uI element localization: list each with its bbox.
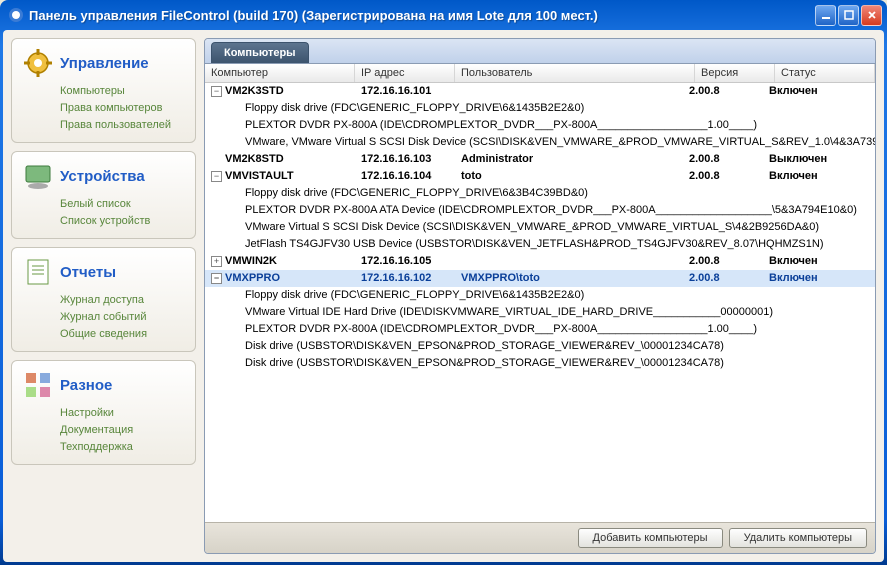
panel-title: Управление [60,55,149,72]
tab-bar: Компьютеры [205,39,875,64]
sidebar-link[interactable]: Белый список [22,196,185,213]
window-title: Панель управления FileControl (build 170… [29,8,815,23]
status: Включен [769,271,869,286]
column-headers: Компьютер IP адрес Пользователь Версия С… [205,64,875,83]
maximize-button[interactable] [838,5,859,26]
status: Включен [769,84,869,99]
panel-title: Разное [60,377,112,394]
sidebar-link[interactable]: Документация [22,422,185,439]
ip-address: 172.16.16.101 [361,84,461,99]
collapse-icon[interactable]: − [211,273,222,284]
computer-row[interactable]: −VM2K3STD 172.16.16.101 2.00.8Включен [205,83,875,100]
version: 2.00.8 [689,84,769,99]
sidebar-panel: Управление КомпьютерыПрава компьютеровПра… [11,38,196,143]
ip-address: 172.16.16.102 [361,271,461,286]
gear-icon [22,47,54,79]
col-computer[interactable]: Компьютер [205,64,355,82]
minimize-button[interactable] [815,5,836,26]
col-version[interactable]: Версия [695,64,775,82]
panel-title: Отчеты [60,264,116,281]
user-name: Administrator [461,152,689,167]
computer-row[interactable]: +VMWIN2K 172.16.16.105 2.00.8Включен [205,253,875,270]
sidebar-panel: Разное НастройкиДокументацияТехподдержка [11,360,196,465]
sidebar-link[interactable]: Настройки [22,405,185,422]
panel-head: Разное [22,369,185,401]
col-user[interactable]: Пользователь [455,64,695,82]
computer-name: VMWIN2K [225,254,277,269]
titlebar: Панель управления FileControl (build 170… [0,0,887,30]
device-row[interactable]: PLEXTOR DVDR PX-800A (IDE\CDROMPLEXTOR_D… [205,321,875,338]
user-name: toto [461,169,689,184]
version: 2.00.8 [689,254,769,269]
sidebar-panel: Устройства Белый списокСписок устройств [11,151,196,239]
app-window: Панель управления FileControl (build 170… [0,0,887,565]
app-icon [8,7,24,23]
tab-computers[interactable]: Компьютеры [211,42,309,63]
panel-head: Устройства [22,160,185,192]
sidebar-link[interactable]: Журнал доступа [22,292,185,309]
computer-name: VMXPPRO [225,271,280,286]
status: Включен [769,254,869,269]
device-row[interactable]: PLEXTOR DVDR PX-800A ATA Device (IDE\CDR… [205,202,875,219]
device-row[interactable]: Floppy disk drive (FDC\GENERIC_FLOPPY_DR… [205,100,875,117]
device-row[interactable]: Disk drive (USBSTOR\DISK&VEN_EPSON&PROD_… [205,338,875,355]
report-icon [22,256,54,288]
device-row[interactable]: PLEXTOR DVDR PX-800A (IDE\CDROMPLEXTOR_D… [205,117,875,134]
expand-icon[interactable]: + [211,256,222,267]
computer-row[interactable]: −VMVISTAULT 172.16.16.104toto2.00.8Включе… [205,168,875,185]
device-row[interactable]: Floppy disk drive (FDC\GENERIC_FLOPPY_DR… [205,185,875,202]
sidebar-link[interactable]: Техподдержка [22,439,185,456]
device-row[interactable]: VMware Virtual S SCSI Disk Device (SCSI\… [205,219,875,236]
panel-head: Отчеты [22,256,185,288]
sidebar-link[interactable]: Список устройств [22,213,185,230]
ip-address: 172.16.16.103 [361,152,461,167]
collapse-icon[interactable]: − [211,171,222,182]
version: 2.00.8 [689,271,769,286]
col-ip[interactable]: IP адрес [355,64,455,82]
device-icon [22,160,54,192]
delete-computers-button[interactable]: Удалить компьютеры [729,528,867,548]
misc-icon [22,369,54,401]
computer-name: VM2K3STD [225,84,284,99]
computer-row[interactable]: VM2K8STD 172.16.16.103Administrator2.00.8… [205,151,875,168]
sidebar-link[interactable]: Журнал событий [22,309,185,326]
computer-name: VMVISTAULT [225,169,294,184]
user-name: VMXPPRO\toto [461,271,689,286]
sidebar-panel: Отчеты Журнал доступаЖурнал событийОбщие … [11,247,196,352]
sidebar-link[interactable]: Права компьютеров [22,100,185,117]
close-button[interactable] [861,5,882,26]
version: 2.00.8 [689,152,769,167]
computer-list[interactable]: −VM2K3STD172.16.16.1012.00.8ВключенFlopp… [205,83,875,522]
main-panel: Компьютеры Компьютер IP адрес Пользовате… [204,38,876,554]
client-area: УправлениеКомпьютерыПрава компьютеровПра… [3,30,884,562]
sidebar-link[interactable]: Права пользователей [22,117,185,134]
ip-address: 172.16.16.105 [361,254,461,269]
computer-name: VM2K8STD [225,152,284,167]
add-computers-button[interactable]: Добавить компьютеры [578,528,723,548]
window-buttons [815,5,882,26]
ip-address: 172.16.16.104 [361,169,461,184]
collapse-icon[interactable]: − [211,86,222,97]
device-row[interactable]: Floppy disk drive (FDC\GENERIC_FLOPPY_DR… [205,287,875,304]
device-row[interactable]: JetFlash TS4GJFV30 USB Device (USBSTOR\D… [205,236,875,253]
device-row[interactable]: VMware, VMware Virtual S SCSI Disk Devic… [205,134,875,151]
col-status[interactable]: Статус [775,64,875,82]
footer: Добавить компьютеры Удалить компьютеры [205,522,875,553]
sidebar-link[interactable]: Компьютеры [22,83,185,100]
status: Включен [769,169,869,184]
version: 2.00.8 [689,169,769,184]
device-row[interactable]: VMware Virtual IDE Hard Drive (IDE\DISKV… [205,304,875,321]
computer-row[interactable]: −VMXPPRO 172.16.16.102VMXPPRO\toto2.00.8В… [205,270,875,287]
status: Выключен [769,152,869,167]
device-row[interactable]: Disk drive (USBSTOR\DISK&VEN_EPSON&PROD_… [205,355,875,372]
panel-head: Управление [22,47,185,79]
panel-title: Устройства [60,168,145,185]
sidebar-link[interactable]: Общие сведения [22,326,185,343]
sidebar: Управление КомпьютерыПрава компьютеровПра… [11,38,196,554]
